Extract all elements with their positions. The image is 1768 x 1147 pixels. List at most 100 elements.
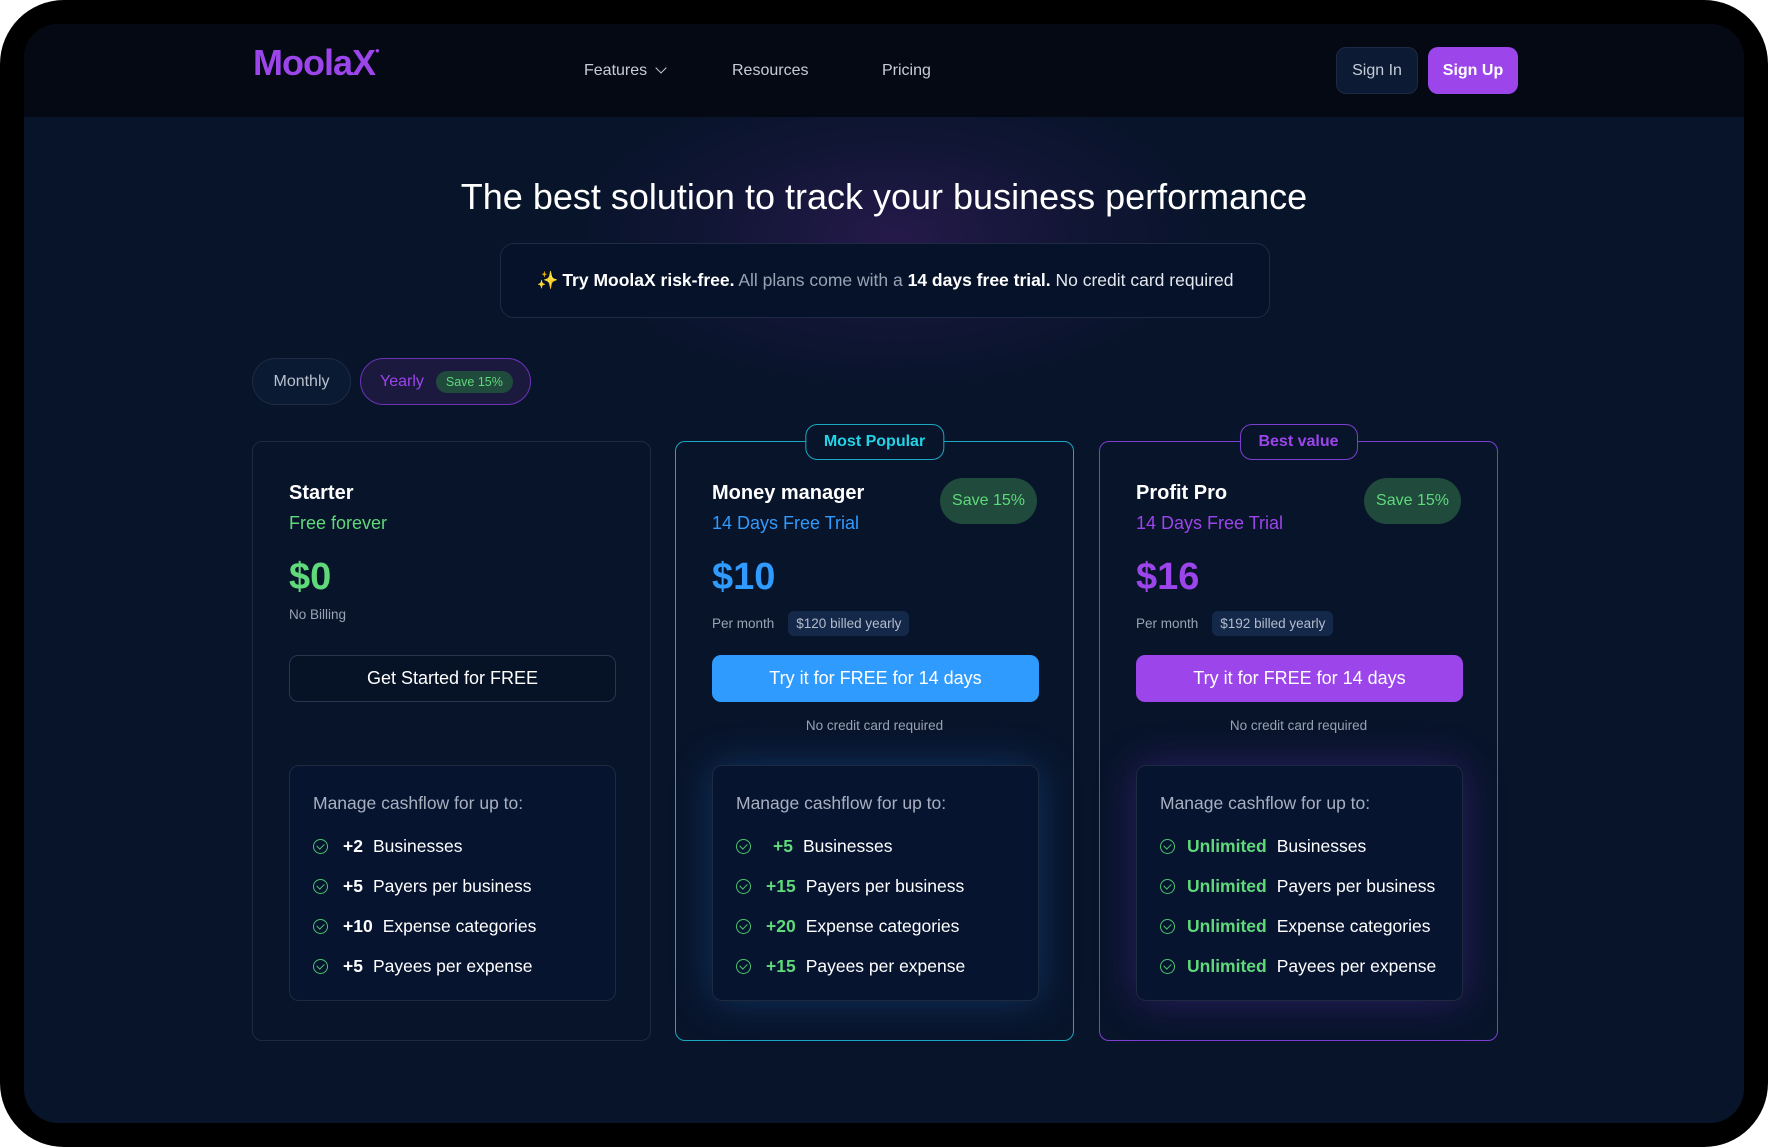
feature-item: +10 Expense categories [313, 914, 603, 938]
feature-qty: +2 [343, 835, 363, 856]
sign-in-button[interactable]: Sign In [1336, 47, 1418, 94]
plan-price: $0 [289, 556, 332, 598]
try-free-button[interactable]: Try it for FREE for 14 days [1136, 655, 1463, 702]
feature-label: Businesses [372, 835, 463, 856]
save-badge: Save 15% [940, 478, 1037, 524]
chevron-down-icon [655, 62, 667, 74]
plan-card-money-manager: Most Popular Money manager 14 Days Free … [675, 424, 1074, 1041]
features-heading: Manage cashflow for up to: [736, 793, 947, 813]
nav-features[interactable]: Features [584, 62, 667, 80]
plan-card-starter: Starter Free forever $0 No Billing Get S… [252, 441, 651, 1041]
per-month-label: Per month [712, 616, 775, 631]
feature-label: Expense categories [1276, 915, 1431, 936]
logo-text: MoolaX [253, 42, 376, 83]
yearly-label: Yearly [380, 372, 424, 390]
feature-item: +5 Payers per business [313, 874, 603, 898]
billing-monthly-toggle[interactable]: Monthly [252, 358, 351, 405]
device-frame: MoolaX● Features Resources Pricing Sign … [0, 0, 1768, 1147]
feature-qty: +5 [343, 955, 363, 976]
price-note: Per month $192 billed yearly [1136, 611, 1334, 636]
feature-item: +15 Payers per business [736, 874, 1026, 898]
top-navbar: MoolaX● Features Resources Pricing Sign … [24, 24, 1744, 117]
registered-mark: ● [375, 46, 380, 55]
features-heading: Manage cashflow for up to: [1160, 793, 1371, 813]
check-circle-icon [1160, 958, 1175, 974]
get-started-free-button[interactable]: Get Started for FREE [289, 655, 616, 702]
plan-name: Money manager [712, 482, 865, 504]
page-title: The best solution to track your business… [460, 176, 1308, 217]
feature-label: Expense categories [805, 915, 960, 936]
feature-item: +2 Businesses [313, 834, 603, 858]
plan-price: $16 [1136, 556, 1200, 598]
check-circle-icon [736, 918, 751, 934]
feature-item: Unlimited Businesses [1160, 834, 1450, 858]
feature-item: +5 Businesses [736, 834, 1026, 858]
try-free-button[interactable]: Try it for FREE for 14 days [712, 655, 1039, 702]
price-note: No Billing [289, 607, 347, 622]
feature-item: Unlimited Expense categories [1160, 914, 1450, 938]
sparkles-icon: ✨ [536, 270, 559, 290]
features-heading: Manage cashflow for up to: [313, 793, 524, 813]
plan-subtitle: Free forever [289, 513, 388, 533]
check-circle-icon [1160, 878, 1175, 894]
nav-pricing[interactable]: Pricing [882, 62, 931, 80]
feature-qty: +15 [766, 955, 796, 976]
feature-qty: +10 [343, 915, 373, 936]
per-month-label: Per month [1136, 616, 1199, 631]
feature-label: Payers per business [805, 875, 965, 896]
features-box: Manage cashflow for up to: +2 Businesses … [289, 765, 616, 1001]
feature-item: Unlimited Payees per expense [1160, 954, 1450, 978]
feature-qty: Unlimited [1187, 955, 1267, 976]
feature-label: Payees per expense [372, 955, 533, 976]
trial-banner-highlight: 14 days free trial. [907, 270, 1051, 290]
feature-item: +15 Payees per expense [736, 954, 1026, 978]
browser-viewport: MoolaX● Features Resources Pricing Sign … [24, 24, 1744, 1123]
price-note: Per month $120 billed yearly [712, 611, 910, 636]
check-circle-icon [313, 838, 328, 854]
best-value-badge: Best value [1239, 424, 1358, 460]
yearly-save-badge: Save 15% [435, 370, 513, 393]
feature-qty: +15 [766, 875, 796, 896]
nav-resources[interactable]: Resources [732, 62, 808, 80]
check-circle-icon [736, 958, 751, 974]
feature-item: +20 Expense categories [736, 914, 1026, 938]
no-credit-card-note: No credit card required [805, 718, 944, 733]
features-box: Manage cashflow for up to: Unlimited Busi… [1136, 765, 1463, 1001]
feature-label: Payers per business [1276, 875, 1436, 896]
plan-name: Starter [289, 482, 354, 504]
plan-subtitle: 14 Days Free Trial [1136, 513, 1284, 533]
check-circle-icon [1160, 838, 1175, 854]
billed-yearly-badge: $192 billed yearly [1212, 611, 1334, 636]
feature-qty: Unlimited [1187, 875, 1267, 896]
plan-card-profit-pro: Best value Profit Pro 14 Days Free Trial… [1099, 424, 1498, 1041]
feature-item: Unlimited Payers per business [1160, 874, 1450, 898]
feature-label: Payers per business [372, 875, 532, 896]
feature-qty: Unlimited [1187, 915, 1267, 936]
sign-up-button[interactable]: Sign Up [1428, 47, 1518, 94]
trial-banner-note: No credit card required [1050, 270, 1234, 290]
feature-item: +5 Payees per expense [313, 954, 603, 978]
feature-qty: +20 [766, 915, 796, 936]
plan-price: $10 [712, 556, 776, 598]
logo[interactable]: MoolaX● [253, 42, 380, 84]
check-circle-icon [313, 918, 328, 934]
check-circle-icon [736, 878, 751, 894]
feature-label: Businesses [1276, 835, 1367, 856]
feature-label: Businesses [802, 835, 893, 856]
feature-label: Payees per expense [805, 955, 966, 976]
plan-subtitle: 14 Days Free Trial [712, 513, 860, 533]
feature-label: Expense categories [382, 915, 537, 936]
most-popular-badge: Most Popular [804, 424, 945, 460]
feature-qty: +5 [773, 835, 793, 856]
hero-glow [584, 84, 1204, 384]
feature-qty: +5 [343, 875, 363, 896]
trial-banner-text: All plans come with a [734, 270, 908, 290]
check-circle-icon [736, 838, 751, 854]
features-box: Manage cashflow for up to: +5 Businesses … [712, 765, 1039, 1001]
check-circle-icon [313, 878, 328, 894]
plan-name: Profit Pro [1136, 482, 1228, 504]
no-credit-card-note: No credit card required [1229, 718, 1368, 733]
check-circle-icon [1160, 918, 1175, 934]
trial-banner: ✨ Try MoolaX risk-free. All plans come w… [500, 243, 1270, 318]
billing-yearly-toggle[interactable]: Yearly Save 15% [360, 358, 531, 405]
